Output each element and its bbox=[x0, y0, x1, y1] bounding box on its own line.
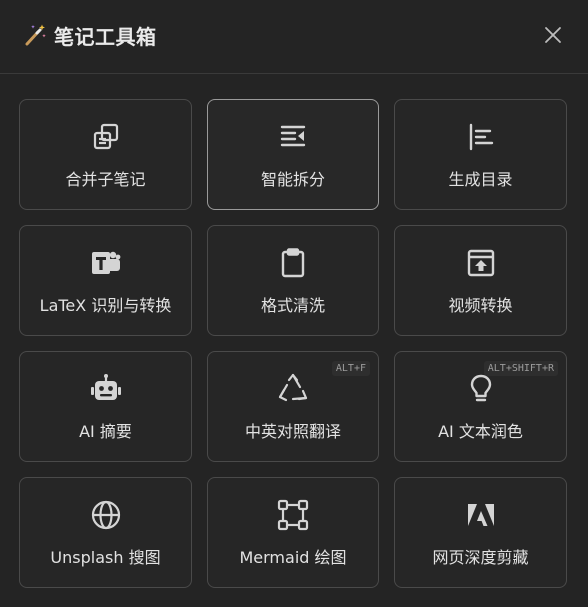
toc-icon bbox=[464, 120, 498, 154]
close-icon bbox=[544, 26, 562, 44]
tool-label: 合并子笔记 bbox=[65, 170, 146, 189]
tool-mermaid-draw[interactable]: Mermaid 绘图 bbox=[207, 477, 379, 588]
tool-grid: 合并子笔记 智能拆分 生成目录 LaTeX 识别与转换 格式清洗 视频转换 AI… bbox=[19, 99, 568, 588]
teams-icon bbox=[89, 246, 123, 280]
tool-label: 中英对照翻译 bbox=[244, 422, 341, 441]
shortcut-badge: ALT+SHIFT+R bbox=[483, 361, 558, 376]
clipboard-icon bbox=[276, 246, 310, 280]
tool-ai-summary[interactable]: AI 摘要 bbox=[19, 351, 192, 462]
tool-web-clipper[interactable]: 网页深度剪藏 bbox=[394, 477, 567, 588]
tool-ai-polish[interactable]: ALT+SHIFT+R AI 文本润色 bbox=[394, 351, 567, 462]
globe-icon bbox=[89, 498, 123, 532]
tool-label: 生成目录 bbox=[448, 170, 513, 189]
magic-wand-icon bbox=[22, 22, 48, 48]
smart-split-icon bbox=[276, 120, 310, 154]
tool-label: AI 摘要 bbox=[79, 422, 132, 441]
tool-label: LaTeX 识别与转换 bbox=[39, 296, 172, 315]
tool-unsplash-search[interactable]: Unsplash 搜图 bbox=[19, 477, 192, 588]
merge-notes-icon bbox=[89, 120, 123, 154]
tool-latex-convert[interactable]: LaTeX 识别与转换 bbox=[19, 225, 192, 336]
dialog-title: 笔记工具箱 bbox=[54, 24, 157, 49]
tool-label: 格式清洗 bbox=[260, 296, 325, 315]
robot-icon bbox=[89, 372, 123, 406]
adobe-icon bbox=[464, 498, 498, 532]
tool-label: 网页深度剪藏 bbox=[432, 548, 529, 567]
tool-merge-subnotes[interactable]: 合并子笔记 bbox=[19, 99, 192, 210]
lightbulb-icon bbox=[464, 372, 498, 406]
shortcut-badge: ALT+F bbox=[331, 361, 370, 376]
tool-bilingual-translate[interactable]: ALT+F 中英对照翻译 bbox=[207, 351, 379, 462]
tool-label: 智能拆分 bbox=[260, 170, 325, 189]
tool-smart-split[interactable]: 智能拆分 bbox=[207, 99, 379, 210]
tool-label: 视频转换 bbox=[448, 296, 513, 315]
note-toolbox-dialog: 笔记工具箱 合并子笔记 智能拆分 生成目录 LaTeX 识别与转换 格式清洗 视… bbox=[0, 0, 588, 607]
tool-label: AI 文本润色 bbox=[438, 422, 523, 441]
dialog-title-group: 笔记工具箱 bbox=[22, 20, 157, 50]
recycle-icon bbox=[276, 372, 310, 406]
tool-label: Mermaid 绘图 bbox=[239, 548, 347, 567]
vector-square-icon bbox=[276, 498, 310, 532]
upload-box-icon bbox=[464, 246, 498, 280]
tool-generate-toc[interactable]: 生成目录 bbox=[394, 99, 567, 210]
tool-video-convert[interactable]: 视频转换 bbox=[394, 225, 567, 336]
close-button[interactable] bbox=[542, 24, 564, 46]
dialog-header: 笔记工具箱 bbox=[0, 0, 588, 74]
tool-label: Unsplash 搜图 bbox=[50, 548, 161, 567]
tool-format-clean[interactable]: 格式清洗 bbox=[207, 225, 379, 336]
